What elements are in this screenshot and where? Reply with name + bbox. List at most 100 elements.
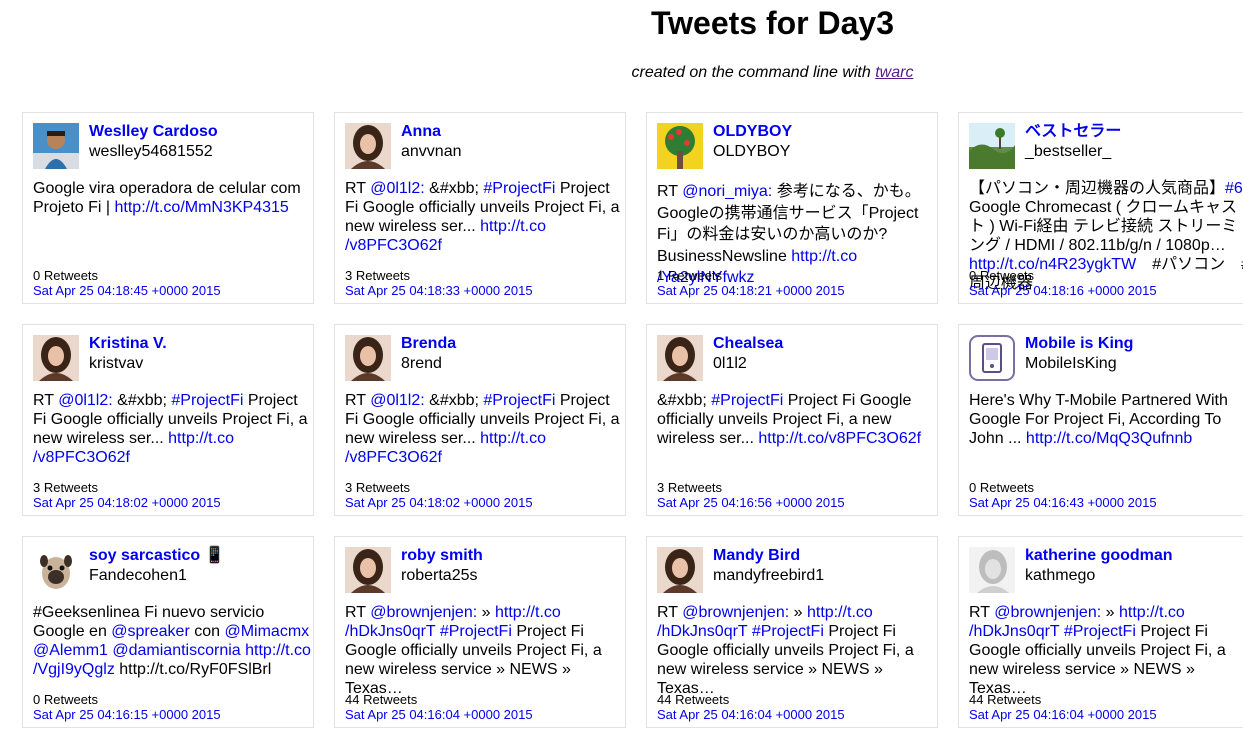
user-name-link[interactable]: soy sarcastico 📱 [89, 546, 225, 566]
tweet-card: Mandy Bird mandyfreebird1 RT @brownjenjen:… [646, 536, 938, 728]
avatar-photo-woman[interactable] [657, 335, 703, 381]
tweet-date-link[interactable]: Sat Apr 25 04:18:02 +0000 2015 [345, 495, 533, 510]
avatar-photo-woman-bw[interactable] [969, 547, 1015, 593]
user-name-link[interactable]: OLDYBOY [713, 122, 792, 142]
tweet-link[interactable]: @brownjenjen: [994, 604, 1101, 621]
retweet-count: 0 Retweets [33, 692, 99, 707]
tweet-date-link[interactable]: Sat Apr 25 04:16:04 +0000 2015 [657, 707, 845, 722]
retweet-count: 0 Retweets [33, 268, 99, 283]
tweet-text-segment: Google Chromecast ( クロームキャスト ) Wi-Fi経由 テ… [969, 199, 1238, 254]
tweet-link[interactable]: http://t.co/MqQ3Qufnnb [1026, 430, 1192, 447]
avatar-photo-woman[interactable] [657, 547, 703, 593]
user-handle: Fandecohen1 [89, 567, 187, 584]
tweet-text: #Geeksenlinea Fi nuevo servicio Google e… [33, 603, 315, 679]
user-handle: kathmego [1025, 567, 1096, 584]
tweet-link[interactable]: #ProjectFi [1064, 623, 1136, 640]
avatar-photo-woman[interactable] [345, 335, 391, 381]
tweet-link[interactable]: @nori_miya: [682, 183, 772, 200]
user-handle: _bestseller_ [1025, 143, 1112, 160]
tweet-text-segment: RT [33, 392, 59, 409]
tweet-link[interactable]: #ProjectFi [483, 392, 555, 409]
tweet-link[interactable]: @0l1l2: [370, 392, 425, 409]
tweet-text-segment: » [1101, 604, 1119, 621]
tweet-text-segment: RT [345, 392, 371, 409]
user-name-link[interactable]: ベストセラー [1025, 122, 1121, 142]
tweet-link[interactable]: @brownjenjen: [370, 604, 477, 621]
tweet-link[interactable]: #ProjectFi [752, 623, 824, 640]
tweet-date-link[interactable]: Sat Apr 25 04:16:04 +0000 2015 [969, 707, 1157, 722]
tweet-link[interactable]: @brownjenjen: [682, 604, 789, 621]
tweet-card: katherine goodman kathmego RT @brownjenjen… [958, 536, 1243, 728]
tweet-date-link[interactable]: Sat Apr 25 04:16:56 +0000 2015 [657, 495, 845, 510]
tweet-link[interactable]: @Mimacmx [224, 623, 309, 640]
avatar-photo-man[interactable] [33, 123, 79, 169]
user-handle: anvvnan [401, 143, 462, 160]
user-name-link[interactable]: roby smith [401, 546, 483, 566]
user-handle: MobileIsKing [1025, 355, 1117, 372]
page-subtitle: created on the command line with twarc [560, 63, 985, 83]
user-name-link[interactable]: Mobile is King [1025, 334, 1133, 354]
tweet-link[interactable]: @Alemm1 [33, 642, 108, 659]
avatar-photo-woman[interactable] [345, 123, 391, 169]
tweet-card: soy sarcastico 📱 Fandecohen1 #Geeksenlinea… [22, 536, 314, 728]
tweet-link[interactable]: @0l1l2: [370, 180, 425, 197]
avatar-phone-icon[interactable] [969, 335, 1015, 381]
retweet-count: 3 Retweets [33, 480, 99, 495]
tweet-date-link[interactable]: Sat Apr 25 04:18:45 +0000 2015 [33, 283, 221, 298]
tweet-text-segment: con [189, 623, 225, 640]
user-name-link[interactable]: Kristina V. [89, 334, 167, 354]
retweet-count: 44 Retweets [345, 692, 418, 707]
tweet-text: RT @0l1l2: &#xbb; #ProjectFi Project Fi … [345, 179, 627, 255]
tweet-text-segment: &#xbb; [424, 392, 484, 409]
retweet-count: 3 Retweets [345, 268, 411, 283]
tweet-text-segment: RT [345, 180, 371, 197]
tweet-card: OLDYBOY OLDYBOY RT @nori_miya: 参考になる、かも。Go… [646, 112, 938, 304]
user-name-link[interactable]: katherine goodman [1025, 546, 1173, 566]
tweet-date-link[interactable]: Sat Apr 25 04:18:33 +0000 2015 [345, 283, 533, 298]
tweet-text-segment: RT [969, 604, 995, 621]
user-handle: OLDYBOY [713, 143, 791, 160]
avatar-pug[interactable] [33, 547, 79, 593]
tweet-date-link[interactable]: Sat Apr 25 04:16:43 +0000 2015 [969, 495, 1157, 510]
retweet-count: 1 Retweets [657, 268, 723, 283]
tweet-text-segment: http://t.co/RyF0FSlBrl [114, 661, 272, 678]
tweet-link[interactable]: http://t.co/MmN3KP4315 [115, 199, 289, 216]
tweet-link[interactable]: @spreaker [111, 623, 190, 640]
user-handle: roberta25s [401, 567, 478, 584]
tweet-link[interactable]: http://t.co/v8PFC3O62f [758, 430, 921, 447]
avatar-tree[interactable] [657, 123, 703, 169]
user-name-link[interactable]: Brenda [401, 334, 456, 354]
tweet-date-link[interactable]: Sat Apr 25 04:18:02 +0000 2015 [33, 495, 221, 510]
tweet-link[interactable]: @damiantiscornia [112, 642, 240, 659]
tweet-date-link[interactable]: Sat Apr 25 04:18:16 +0000 2015 [969, 283, 1157, 298]
tweet-link[interactable]: #ProjectFi [483, 180, 555, 197]
tweet-card: roby smith roberta25s RT @brownjenjen: » h… [334, 536, 626, 728]
tweet-link[interactable]: #ProjectFi [440, 623, 512, 640]
user-name-link[interactable]: Anna [401, 122, 441, 142]
tweet-card: ベストセラー_bestseller_ 【パソコン・周辺機器の人気商品】#6: Go… [958, 112, 1243, 304]
avatar-landscape[interactable] [969, 123, 1015, 169]
avatar-photo-woman[interactable] [33, 335, 79, 381]
tweet-text-segment: RT [345, 604, 371, 621]
tweet-date-link[interactable]: Sat Apr 25 04:18:21 +0000 2015 [657, 283, 845, 298]
tweet-link[interactable]: #6: [1225, 180, 1243, 197]
tweet-text-segment: » [477, 604, 495, 621]
tweet-text: RT @brownjenjen: » http://t.co /hDkJns0q… [657, 603, 939, 698]
tweet-link[interactable]: #ProjectFi [171, 392, 243, 409]
twarc-link[interactable]: twarc [875, 64, 913, 81]
tweet-link[interactable]: @0l1l2: [58, 392, 113, 409]
tweet-text: RT @0l1l2: &#xbb; #ProjectFi Project Fi … [345, 391, 627, 467]
tweet-text: RT @brownjenjen: » http://t.co /hDkJns0q… [345, 603, 627, 698]
user-name-link[interactable]: Chealsea [713, 334, 783, 354]
tweet-date-link[interactable]: Sat Apr 25 04:16:04 +0000 2015 [345, 707, 533, 722]
tweet-text: &#xbb; #ProjectFi Project Fi Google offi… [657, 391, 939, 448]
user-name-link[interactable]: Mandy Bird [713, 546, 800, 566]
retweet-count: 0 Retweets [969, 480, 1035, 495]
avatar-photo-woman[interactable] [345, 547, 391, 593]
tweet-link[interactable]: #ProjectFi [711, 392, 783, 409]
tweet-text-segment: &#xbb; [112, 392, 172, 409]
tweet-text-segment: RT [657, 183, 683, 200]
tweet-text-segment: &#xbb; [657, 392, 712, 409]
tweet-date-link[interactable]: Sat Apr 25 04:16:15 +0000 2015 [33, 707, 221, 722]
user-name-link[interactable]: Weslley Cardoso [89, 122, 218, 142]
